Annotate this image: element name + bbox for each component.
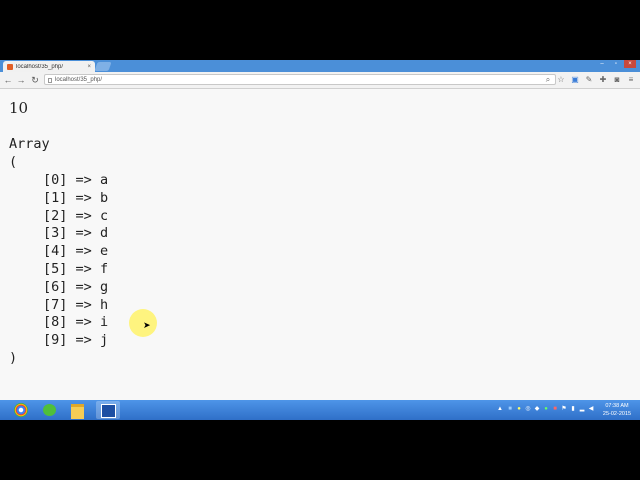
array-entry-arrow: => xyxy=(75,189,92,206)
array-entry-key: [4] xyxy=(43,243,68,260)
array-entry-arrow: => xyxy=(75,172,92,188)
array-entry-key: [9] xyxy=(43,332,68,349)
array-entry-arrow: => xyxy=(75,243,92,260)
array-entry-key: [8] xyxy=(43,314,68,331)
reload-button[interactable]: ↻ xyxy=(29,72,41,88)
clock-time: 07:38 AM xyxy=(605,403,629,409)
translate-icon[interactable]: ▣ xyxy=(570,74,580,85)
wrench-icon[interactable]: ✚ xyxy=(598,74,608,85)
tray-volume-icon[interactable]: ◀ xyxy=(588,404,594,414)
array-entry: [7] => h xyxy=(43,296,108,314)
tray-show-hidden-icon[interactable]: ▲ xyxy=(497,404,503,414)
array-entry: [9] => j xyxy=(43,331,108,349)
array-entry-value: d xyxy=(99,225,109,242)
array-entry-value: g xyxy=(99,278,109,295)
array-entry-value: c xyxy=(99,207,109,224)
taskbar-app-window[interactable] xyxy=(96,401,120,419)
page-icon xyxy=(48,78,52,83)
array-entry: [8] => i xyxy=(43,313,108,331)
address-url: localhost/35_php/ xyxy=(55,77,103,83)
array-close-paren: ) xyxy=(9,350,18,366)
camera-icon[interactable]: ◙ xyxy=(612,74,622,85)
star-icon[interactable]: ☆ xyxy=(556,74,566,85)
tray-security-icon[interactable]: ◆ xyxy=(534,404,540,414)
array-entry-key: [0] xyxy=(43,172,68,188)
search-icon[interactable]: ⌕ xyxy=(543,74,553,85)
tray-sync-icon[interactable]: ◎ xyxy=(525,404,531,414)
page-content: 10 Array ( [0] => a [1] => b [2] => c [3] =… xyxy=(0,89,640,400)
tab-title: localhost/35_php/ xyxy=(16,63,64,70)
array-entry: [4] => e xyxy=(43,242,108,260)
back-button[interactable]: ← xyxy=(2,72,14,88)
tab-close-icon[interactable]: × xyxy=(87,64,91,70)
maximize-button[interactable]: ▫ xyxy=(610,60,622,68)
array-entry: [3] => d xyxy=(43,224,108,242)
tray-update-icon[interactable]: ● xyxy=(543,404,549,414)
tray-signal-icon[interactable]: ▂ xyxy=(579,404,585,414)
result-output: 10 xyxy=(9,99,29,117)
array-entry: [5] => f xyxy=(43,260,108,278)
extension-icon[interactable]: ✎ xyxy=(584,74,594,85)
folder-icon xyxy=(71,404,84,419)
array-entry-arrow: => xyxy=(75,296,92,313)
address-bar[interactable]: localhost/35_php/ xyxy=(44,74,556,85)
tray-power-icon[interactable]: ▮ xyxy=(570,404,576,414)
start-orb-icon xyxy=(14,403,28,417)
green-app-icon xyxy=(43,404,56,416)
array-entry: [6] => g xyxy=(43,278,108,296)
tray-alert-icon[interactable]: ■ xyxy=(552,404,558,414)
app-window-icon xyxy=(101,404,116,418)
mouse-pointer-icon: ➤ xyxy=(143,320,151,330)
favicon-icon xyxy=(7,63,13,70)
array-keyword: Array xyxy=(9,136,50,152)
array-entry-value: a xyxy=(99,172,109,188)
array-entry-key: [5] xyxy=(43,261,68,277)
array-entry-arrow: => xyxy=(75,332,92,349)
clock-date: 25-02-2015 xyxy=(602,411,632,417)
taskbar-clock[interactable]: 07:38 AM 25-02-2015 xyxy=(598,402,636,418)
array-entry-value: h xyxy=(99,296,109,313)
array-entry-arrow: => xyxy=(75,278,92,295)
array-entry-key: [2] xyxy=(43,207,68,224)
array-entry-key: [6] xyxy=(43,278,68,295)
browser-tab[interactable]: localhost/35_php/ × xyxy=(3,61,95,72)
array-entry-value: i xyxy=(99,314,109,331)
close-window-button[interactable]: × xyxy=(624,60,636,68)
taskbar-app-green[interactable] xyxy=(38,401,62,419)
array-entry-key: [1] xyxy=(43,189,68,206)
array-entry-arrow: => xyxy=(75,261,92,277)
tray-flag-icon[interactable]: ⚑ xyxy=(561,404,567,414)
array-entry-arrow: => xyxy=(75,225,92,242)
array-entry-value: b xyxy=(99,189,109,206)
array-entry: [0] => a xyxy=(43,171,108,189)
array-entry-key: [3] xyxy=(43,225,68,242)
array-open-paren: ( xyxy=(9,154,18,170)
start-button[interactable] xyxy=(10,401,32,419)
taskbar-app-folder[interactable] xyxy=(66,401,90,419)
array-entry: [1] => b xyxy=(43,189,108,207)
array-entry: [2] => c xyxy=(43,207,108,225)
menu-icon[interactable]: ≡ xyxy=(626,74,636,85)
array-entry-value: j xyxy=(99,332,109,349)
array-entry-key: [7] xyxy=(43,296,68,313)
array-entry-arrow: => xyxy=(75,314,92,331)
minimize-button[interactable]: – xyxy=(596,60,608,68)
array-entry-value: e xyxy=(99,243,109,260)
forward-button[interactable]: → xyxy=(15,72,27,88)
array-entry-value: f xyxy=(99,261,109,277)
array-entry-arrow: => xyxy=(75,207,92,224)
tray-app-icon[interactable]: ● xyxy=(516,404,522,414)
tray-network-icon[interactable]: ■ xyxy=(507,404,513,414)
